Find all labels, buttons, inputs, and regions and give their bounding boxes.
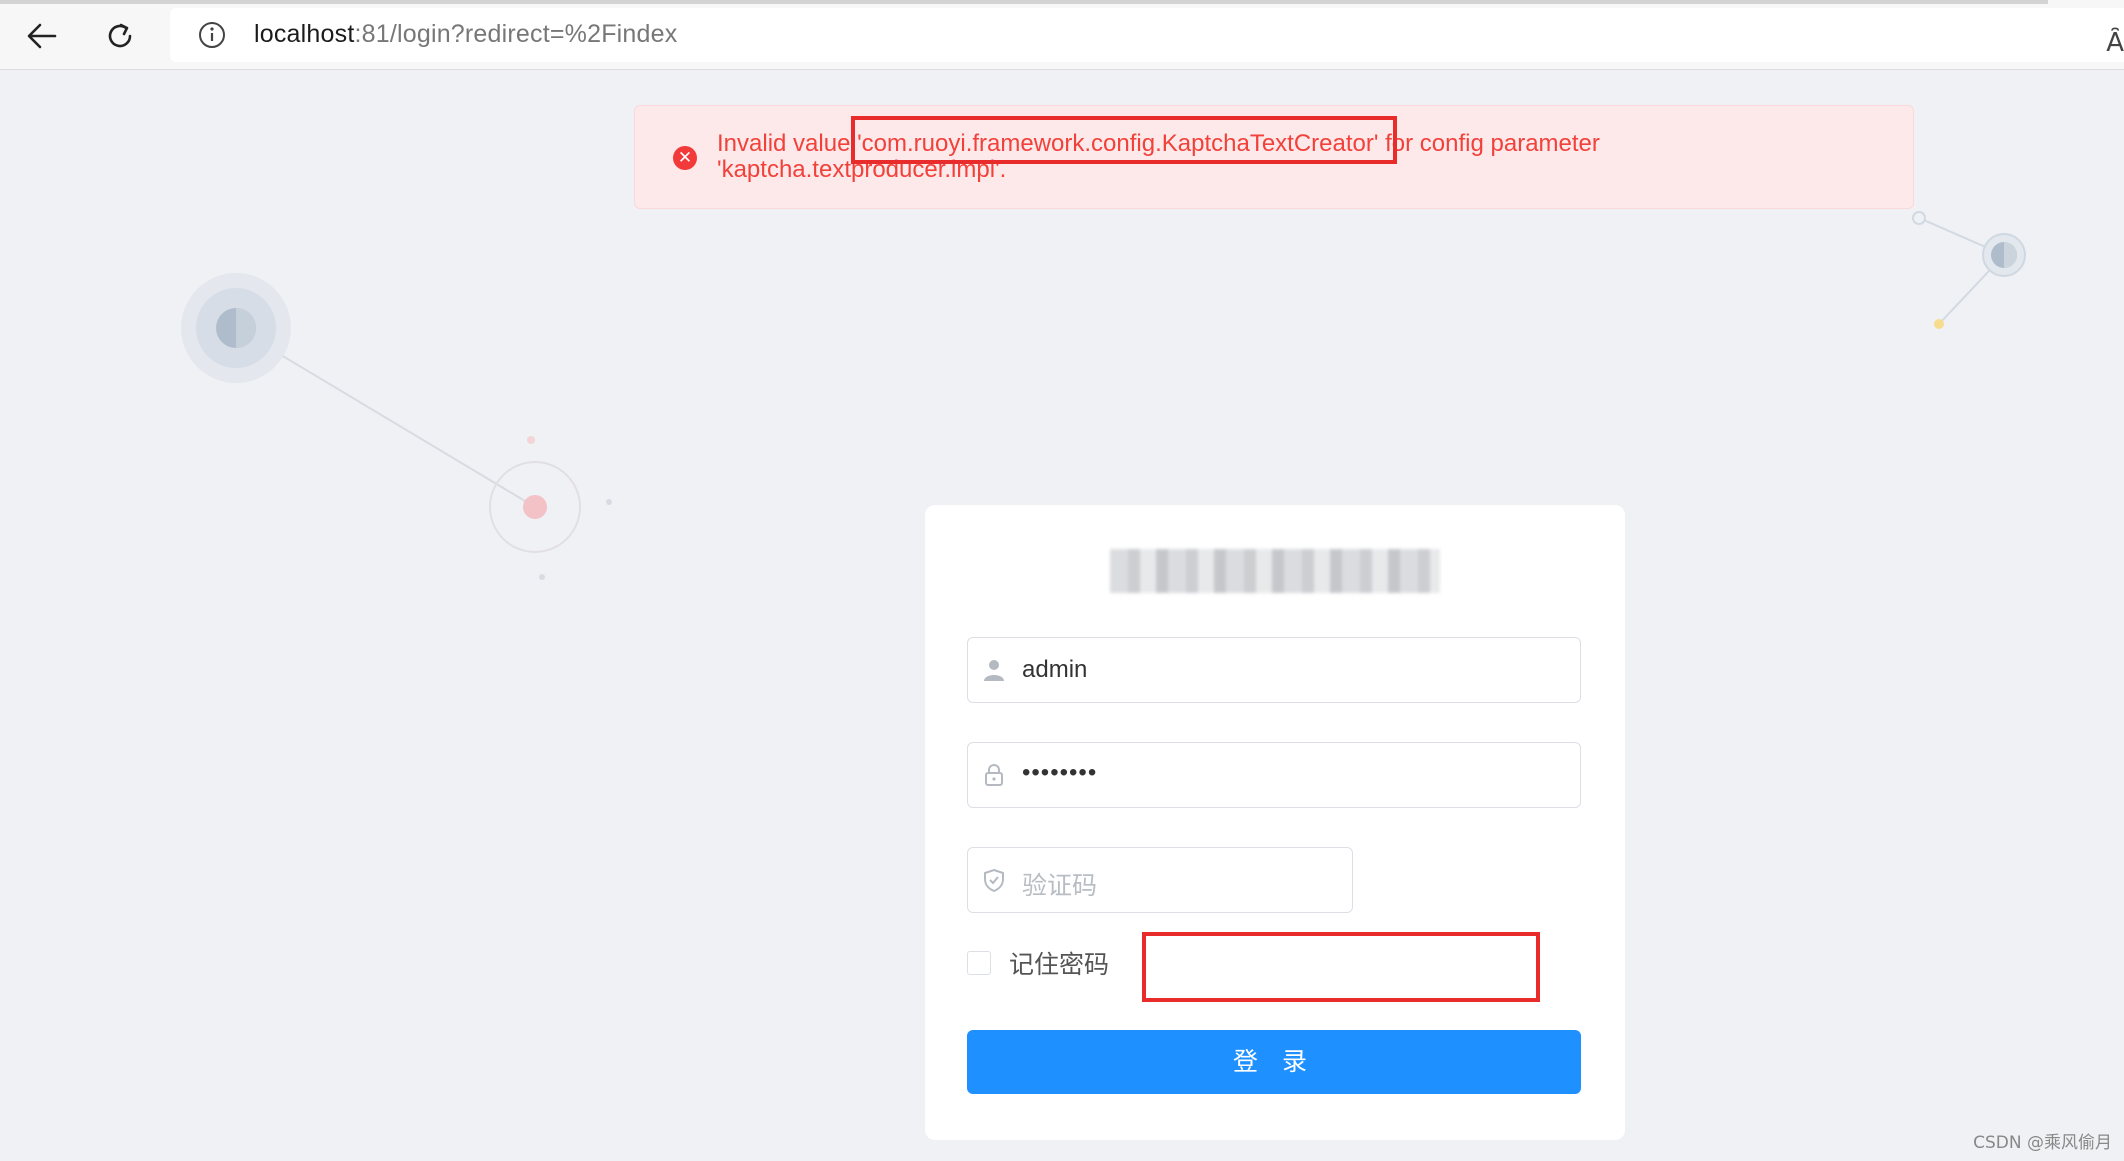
error-alert: ✕ Invalid value 'com.ruoyi.framework.con… (634, 105, 1914, 209)
remember-label: 记住密码 (1009, 950, 1110, 979)
login-page: ✕ Invalid value 'com.ruoyi.framework.con… (0, 70, 2124, 1161)
username-field[interactable]: admin (967, 637, 1581, 703)
lock-icon (985, 764, 1003, 786)
address-bar[interactable]: localhost:81/login?redirect=%2Findex Ȃ (170, 8, 2124, 62)
info-icon[interactable] (198, 21, 226, 49)
captcha-placeholder: 验证码 (1022, 871, 1098, 900)
shield-check-icon (984, 868, 1004, 892)
arrow-left-icon (27, 23, 57, 49)
close-circle-icon[interactable]: ✕ (673, 146, 697, 170)
username-value: admin (1022, 656, 1088, 683)
missing-captcha-annotation (1142, 932, 1540, 1002)
remember-checkbox[interactable] (967, 951, 991, 975)
remember-password[interactable]: 记住密码 (967, 948, 1110, 979)
url-text[interactable]: localhost:81/login?redirect=%2Findex (254, 20, 677, 49)
url-path: :81/login?redirect=%2Findex (354, 20, 678, 48)
password-value: •••••••• (1022, 759, 1098, 786)
url-host: localhost (254, 20, 355, 48)
reload-button[interactable] (98, 14, 142, 58)
user-icon (984, 660, 1004, 681)
captcha-field[interactable]: 验证码 (967, 847, 1353, 913)
highlight-annotation (851, 116, 1397, 164)
loading-bar (0, 0, 2048, 4)
password-field[interactable]: •••••••• (967, 742, 1581, 808)
browser-toolbar: localhost:81/login?redirect=%2Findex Ȃ (0, 0, 2124, 70)
page-title-blurred (1110, 549, 1440, 593)
login-card: admin •••••••• 验证码 记住密码 登 录 (925, 505, 1625, 1140)
login-button[interactable]: 登 录 (967, 1030, 1581, 1094)
reload-icon (108, 23, 132, 48)
read-aloud-icon[interactable]: Ȃ (2106, 28, 2124, 58)
watermark: CSDN @乘风偷月 (1973, 1133, 2112, 1153)
back-button[interactable] (20, 14, 64, 58)
